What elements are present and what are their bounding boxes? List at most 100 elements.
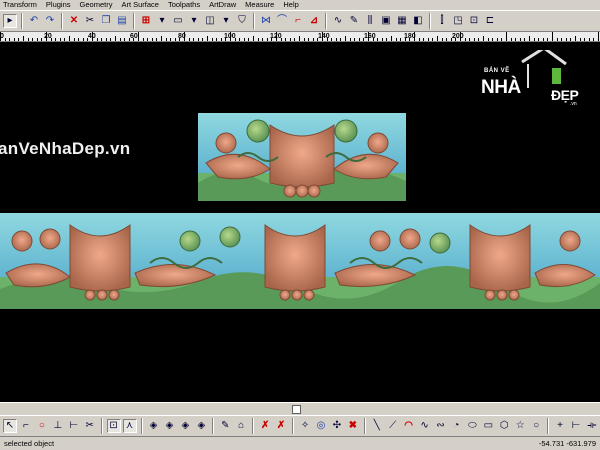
circle-tool-icon[interactable]: ○ [35, 419, 49, 433]
design-canvas[interactable]: anVeNhaDep.vn BẢN VẼ NHÀ ĐẸP .vn [0, 42, 600, 402]
toolbar-separator [100, 418, 103, 434]
dimension-icon[interactable]: ⊢ [569, 419, 583, 433]
node-edit-icon[interactable]: ⋈ [259, 14, 273, 28]
plus-icon[interactable]: + [553, 419, 567, 433]
corner-icon[interactable]: ⌐ [291, 14, 305, 28]
target-icon[interactable]: ◎ [314, 419, 328, 433]
toolbar-separator [21, 13, 23, 29]
horizontal-scrollbar[interactable] [0, 402, 600, 415]
measure-icon[interactable]: ⟛ [585, 419, 599, 433]
remove-node-icon[interactable]: ✗ [274, 419, 288, 433]
ruler-tick [23, 36, 24, 41]
mirror-icon[interactable]: ◧ [411, 14, 425, 28]
join-icon[interactable]: ⊡ [467, 14, 481, 28]
delete-icon[interactable]: ✕ [67, 14, 81, 28]
measure-icon[interactable]: ⊏ [483, 14, 497, 28]
ruler-tick [221, 38, 222, 41]
ruler-tick [377, 38, 378, 41]
scissors-icon[interactable]: ✂ [83, 419, 97, 433]
grid-diamond-icon[interactable]: ◈ [147, 419, 161, 433]
ruler-tick [557, 38, 558, 41]
redo-icon[interactable]: ↷ [43, 14, 57, 28]
layers-icon[interactable]: ◫ [203, 14, 217, 28]
ruler-tick [543, 38, 544, 41]
offset-icon[interactable]: ◳ [451, 14, 465, 28]
toolbar-separator [61, 13, 63, 29]
ruler-tick [87, 38, 88, 41]
ruler-tick [64, 38, 65, 41]
star-arrow-icon[interactable]: ✧ [298, 419, 312, 433]
ruler-tick [225, 38, 226, 41]
table-icon[interactable]: ▦ [395, 14, 409, 28]
dropdown-arrow-icon[interactable]: ▾ [155, 14, 169, 28]
circle-icon[interactable]: ○ [529, 419, 543, 433]
ruler-tick [524, 38, 525, 41]
menu-measure[interactable]: Measure [242, 0, 280, 10]
delete-x-icon[interactable]: ✖ [346, 419, 360, 433]
fit-curve-icon[interactable]: ◔ [449, 419, 463, 433]
anchor-icon[interactable]: ⊥ [51, 419, 65, 433]
vector-icon[interactable]: ✎ [347, 14, 361, 28]
ruler-tick [92, 32, 93, 41]
ruler-tick [561, 38, 562, 41]
fillet-icon[interactable]: ⌒ [275, 14, 289, 28]
grid-diamond-icon[interactable]: ◈ [178, 419, 192, 433]
scrollbar-thumb[interactable] [292, 405, 301, 414]
transform-icon[interactable]: ⊡ [106, 419, 121, 433]
relief-panel-small[interactable] [198, 113, 406, 201]
box-icon[interactable]: ▣ [379, 14, 393, 28]
menu-help[interactable]: Help [280, 0, 304, 10]
undo-icon[interactable]: ↶ [27, 14, 41, 28]
paste-icon[interactable]: ▤ [115, 14, 129, 28]
ellipse-icon[interactable]: ⬭ [465, 419, 479, 433]
copy-icon[interactable]: ❐ [99, 14, 113, 28]
star-icon[interactable]: ☆ [513, 419, 527, 433]
dropdown-arrow-icon[interactable]: ▾ [219, 14, 233, 28]
select-pointer-icon[interactable]: ↖ [3, 419, 17, 433]
line-icon[interactable]: ╲ [370, 419, 384, 433]
ruler-tick [14, 38, 15, 41]
rectangle-icon[interactable]: ▭ [481, 419, 495, 433]
bezier-icon[interactable]: ∿ [418, 419, 432, 433]
cut-node-icon[interactable]: ✗ [258, 419, 272, 433]
ruler-tick [156, 38, 157, 41]
dropdown-arrow-icon[interactable]: ▾ [187, 14, 201, 28]
ruler-tick [143, 38, 144, 41]
align-icon[interactable]: ⫼ [363, 14, 377, 28]
ruler-tick [580, 38, 581, 41]
view-icon[interactable]: ▭ [171, 14, 185, 28]
ruler-tick [598, 32, 599, 41]
menu-geometry[interactable]: Geometry [77, 0, 119, 10]
snap-icon[interactable]: ⊢ [67, 419, 81, 433]
cut-icon[interactable]: ✂ [83, 14, 97, 28]
edit-icon[interactable]: ✎ [218, 419, 232, 433]
curve-icon[interactable]: ∿ [331, 14, 345, 28]
relief-panel-wide[interactable] [0, 213, 600, 309]
ruler-tick [386, 38, 387, 41]
ruler-tick [492, 38, 493, 41]
spline-icon[interactable]: ∾ [434, 419, 448, 433]
shield-icon[interactable]: ⛉ [235, 14, 249, 28]
ruler-tick [83, 38, 84, 41]
pen-icon[interactable]: ⋏ [122, 419, 137, 433]
ruler-tick [202, 38, 203, 41]
polyline-icon[interactable]: ⟋ [386, 419, 400, 433]
distribute-icon[interactable]: ⫿ [435, 14, 449, 28]
close-shape-icon[interactable]: ✣ [330, 419, 344, 433]
menu-toolpaths[interactable]: Toolpaths [165, 0, 206, 10]
tree-icon[interactable]: ⌂ [234, 419, 248, 433]
ruler-tick [74, 38, 75, 41]
grid-icon[interactable]: ⊞ [139, 14, 153, 28]
select-tool-icon[interactable]: ▸ [3, 14, 17, 28]
chamfer-icon[interactable]: ⊿ [307, 14, 321, 28]
arc-icon[interactable]: ◠ [402, 419, 416, 433]
menu-transform[interactable]: Transform [0, 0, 43, 10]
node-select-icon[interactable]: ⌐ [19, 419, 33, 433]
grid-diamond-icon[interactable]: ◈ [194, 419, 208, 433]
menu-artdraw[interactable]: ArtDraw [206, 0, 242, 10]
menu-art-surface[interactable]: Art Surface [118, 0, 165, 10]
polygon-icon[interactable]: ⬡ [497, 419, 511, 433]
grid-diamond-icon[interactable]: ◈ [162, 419, 176, 433]
ruler-tick [239, 38, 240, 41]
menu-plugins[interactable]: Plugins [43, 0, 77, 10]
